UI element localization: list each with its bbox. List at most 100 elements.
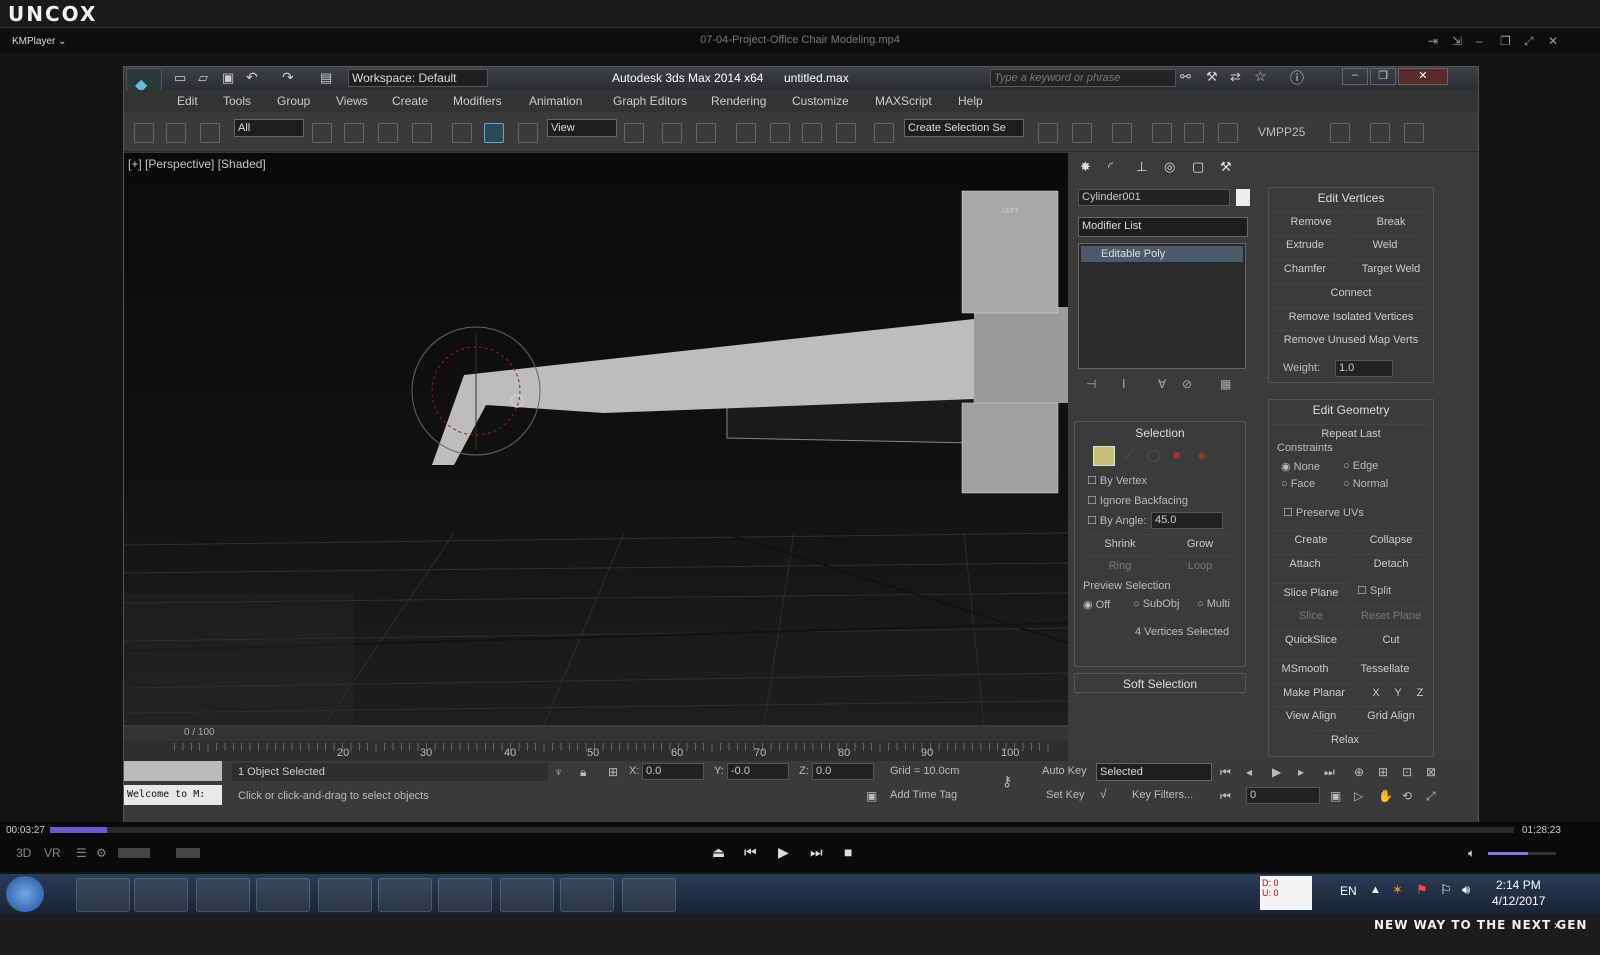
remove-unused-map-verts-button[interactable]: Remove Unused Map Verts	[1273, 330, 1429, 348]
time-tag-icon[interactable]: ▣	[866, 789, 877, 803]
spinner-snap-icon[interactable]	[836, 123, 856, 143]
render-teapot-icon[interactable]	[1404, 123, 1424, 143]
material-editor-icon[interactable]	[1330, 123, 1350, 143]
seek-bar[interactable]	[50, 827, 1514, 833]
repeat-last-button[interactable]: Repeat Last	[1273, 424, 1429, 442]
by-angle-checkbox[interactable]: ☐ By Angle:	[1087, 514, 1146, 527]
pin-stack-icon[interactable]: ⊣	[1086, 377, 1096, 391]
chrome-icon[interactable]	[318, 878, 372, 912]
extrude-button[interactable]: Extrude	[1273, 235, 1337, 253]
save-file-icon[interactable]: ▣	[222, 70, 234, 86]
language-indicator[interactable]: EN	[1340, 884, 1357, 898]
help-icon[interactable]: ⓘ	[1290, 68, 1304, 88]
x-coord-field[interactable]: 0.0	[642, 763, 704, 780]
schematic-view-icon[interactable]	[1218, 123, 1238, 143]
percent-snap-icon[interactable]	[802, 123, 822, 143]
firefox-icon[interactable]	[196, 878, 250, 912]
motion-tab-icon[interactable]: ◎	[1164, 159, 1175, 175]
weight-field[interactable]: 1.0	[1335, 360, 1393, 377]
compact-icon[interactable]: ⇲	[1452, 34, 1462, 48]
angle-snap-icon[interactable]	[770, 123, 790, 143]
keyboard-shortcut-icon[interactable]	[696, 123, 716, 143]
redo-icon[interactable]: ↷	[282, 69, 294, 86]
bind-spacewarp-icon[interactable]	[200, 123, 220, 143]
volume-icon[interactable]: 🔈︎	[1468, 846, 1475, 861]
timeline[interactable]: 0 / 100 20 30 40 50 60 70 80 90 100	[124, 727, 1068, 761]
maxscript-listener-top[interactable]	[124, 761, 222, 781]
menu-rendering[interactable]: Rendering	[711, 94, 766, 108]
go-to-end-icon[interactable]: ⏭	[1324, 765, 1335, 780]
break-button[interactable]: Break	[1353, 212, 1429, 230]
playlist-icon[interactable]: ☰	[76, 846, 87, 860]
stack-item-editable-poly[interactable]: Editable Poly	[1081, 246, 1243, 262]
set-key-button[interactable]: Set Key	[1046, 789, 1085, 801]
ring-button[interactable]: Ring	[1083, 556, 1157, 574]
channel-icon[interactable]	[176, 848, 200, 858]
eject-icon[interactable]: ⏏	[712, 844, 725, 861]
grid-align-button[interactable]: Grid Align	[1353, 706, 1429, 724]
show-end-result-icon[interactable]: Ⅰ	[1122, 377, 1126, 391]
clock-time[interactable]: 2:14 PM	[1496, 878, 1541, 892]
3d-icon[interactable]: 3D	[16, 846, 31, 860]
element-mode-icon[interactable]: ◈	[1197, 448, 1206, 462]
3ds-max-taskbar-icon[interactable]	[500, 878, 554, 912]
open-file-icon[interactable]: ▱	[198, 70, 208, 86]
window-crossing-icon[interactable]	[412, 123, 432, 143]
menu-create[interactable]: Create	[392, 94, 428, 108]
create-button[interactable]: Create	[1273, 530, 1349, 548]
connect-button[interactable]: Connect	[1273, 283, 1429, 301]
make-planar-button[interactable]: Make Planar	[1273, 683, 1355, 701]
search-input[interactable]: Type a keyword or phrase	[990, 69, 1176, 87]
zoom-icon[interactable]: ⊕	[1354, 765, 1364, 779]
polygon-mode-icon[interactable]: ■	[1173, 448, 1180, 462]
vertex-mode-icon[interactable]	[1093, 446, 1115, 466]
play-animation-icon[interactable]: ▶	[1272, 765, 1281, 779]
object-name-field[interactable]: Cylinder001	[1078, 189, 1230, 206]
undo-icon[interactable]: ↶	[246, 69, 258, 86]
key-mode-toggle-icon[interactable]: ⏮	[1220, 789, 1231, 804]
link-icon[interactable]	[134, 123, 154, 143]
menu-graph-editors[interactable]: Graph Editors	[613, 94, 687, 108]
target-weld-button[interactable]: Target Weld	[1353, 259, 1429, 277]
exchange-icon[interactable]: ⇄	[1230, 69, 1241, 85]
select-manipulate-icon[interactable]	[662, 123, 682, 143]
layer-manager-icon[interactable]	[1112, 123, 1132, 143]
constraint-normal-radio[interactable]: ○ Normal	[1343, 478, 1388, 490]
slice-button[interactable]: Slice	[1273, 606, 1349, 624]
hierarchy-tab-icon[interactable]: ⊥	[1136, 159, 1147, 175]
edge-mode-icon[interactable]: ⟋	[1125, 448, 1133, 463]
scale-icon[interactable]	[518, 123, 538, 143]
workspace-dropdown[interactable]: Workspace: Default	[348, 69, 488, 87]
selection-filter-dropdown[interactable]: All	[234, 119, 304, 137]
split-checkbox[interactable]: ☐ Split	[1357, 584, 1391, 597]
menu-help[interactable]: Help	[958, 94, 983, 108]
rotate-icon[interactable]	[484, 123, 504, 143]
preserve-uvs-checkbox[interactable]: ☐ Preserve UVs	[1283, 506, 1364, 519]
preview-off-radio[interactable]: ◉ Off	[1083, 598, 1110, 611]
snap-3d-icon[interactable]	[736, 123, 756, 143]
start-button[interactable]	[6, 876, 44, 912]
by-vertex-checkbox[interactable]: ☐ By Vertex	[1087, 474, 1147, 487]
flag-icon[interactable]: ⚐	[1440, 882, 1452, 898]
visual-studio-icon[interactable]	[560, 878, 614, 912]
previous-frame-icon[interactable]: ◂	[1246, 765, 1252, 779]
key-tangent-icon[interactable]: √	[1100, 787, 1107, 801]
reset-plane-button[interactable]: Reset Plane	[1353, 606, 1429, 624]
ribbon-icon[interactable]	[1152, 123, 1172, 143]
menu-views[interactable]: Views	[336, 94, 368, 108]
constraint-none-radio[interactable]: ◉ None	[1281, 460, 1320, 473]
next-track-icon[interactable]: ⏭	[810, 844, 823, 861]
edit-geometry-title[interactable]: Edit Geometry	[1269, 403, 1433, 417]
object-color-swatch[interactable]	[1236, 189, 1250, 206]
go-to-start-icon[interactable]: ⏮	[1220, 765, 1231, 780]
action-center-icon[interactable]: ⚑	[1416, 882, 1428, 898]
add-time-tag[interactable]: Add Time Tag	[890, 789, 957, 801]
relax-button[interactable]: Relax	[1313, 730, 1377, 748]
angle-value-field[interactable]: 45.0	[1151, 512, 1223, 529]
menu-edit[interactable]: Edit	[177, 94, 198, 108]
time-config-icon[interactable]: ▣	[1330, 789, 1341, 803]
create-tab-icon[interactable]: ✸	[1080, 159, 1091, 175]
menu-maxscript[interactable]: MAXScript	[875, 94, 932, 108]
border-mode-icon[interactable]: ◯	[1147, 448, 1160, 462]
constraint-edge-radio[interactable]: ○ Edge	[1343, 460, 1378, 472]
